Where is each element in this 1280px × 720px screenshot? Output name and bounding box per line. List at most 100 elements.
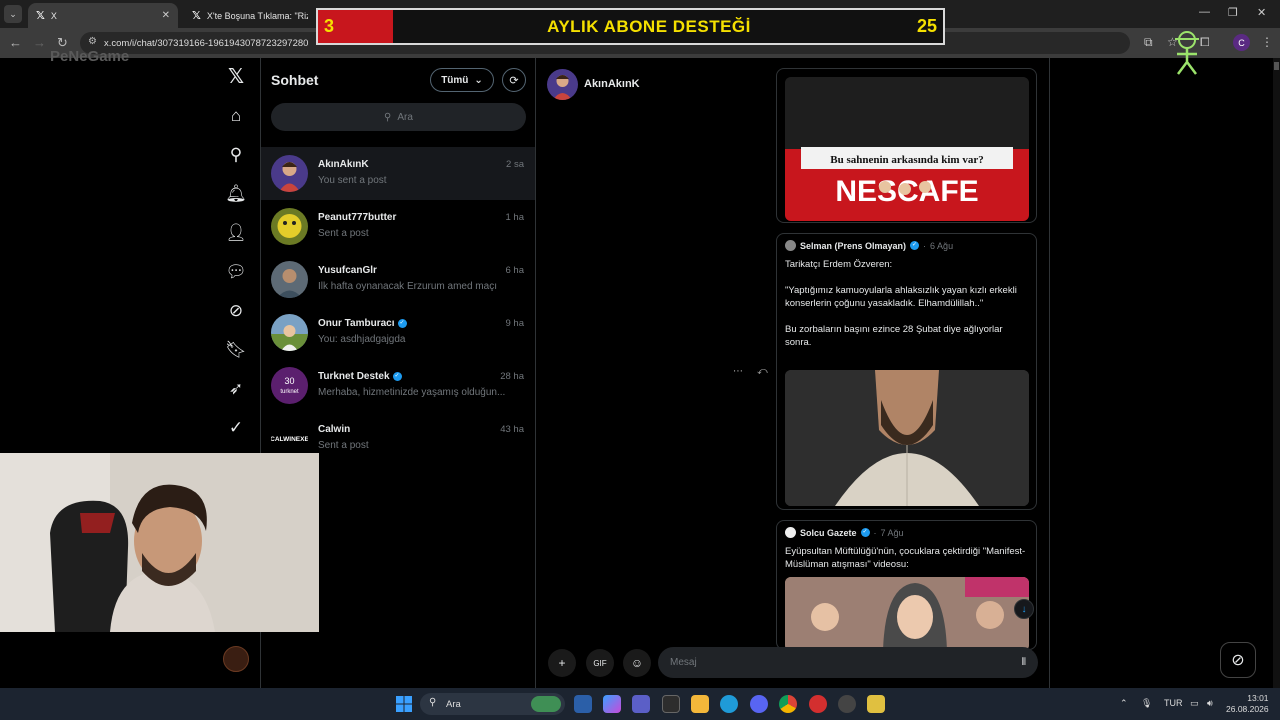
browser-tab-x[interactable]: 𝕏 X ✕	[28, 3, 178, 28]
scroll-to-bottom-button[interactable]: ↓	[1014, 599, 1034, 619]
language-indicator[interactable]: TUR	[1164, 698, 1183, 708]
conversation-item-onur-tamburaci[interactable]: Onur Tamburacı ✓ 9 ha You: asdhjadgajgda	[261, 306, 535, 359]
conversation-name: AkınAkınK	[318, 159, 369, 170]
tray-chevron-icon[interactable]: ⌃	[1120, 698, 1128, 709]
add-attachment-button[interactable]: +	[548, 649, 576, 677]
filter-label: Tümü	[441, 74, 469, 86]
message-more-icon[interactable]: ⋯	[733, 366, 743, 377]
post-body: Tarikatçı Erdem Özveren: "Yaptığımız kam…	[785, 259, 1017, 348]
chat-search-input[interactable]: ⚲ Ara	[271, 103, 526, 131]
x-logo-icon[interactable]: 𝕏	[225, 65, 247, 88]
conversation-time: 1 ha	[505, 212, 525, 223]
search-highlight-icon	[531, 696, 561, 712]
contact-avatar[interactable]	[547, 69, 578, 100]
conversation-item-peanut777butter[interactable]: Peanut777butter 1 ha Sent a post	[261, 200, 535, 253]
conversation-snippet: Merhaba, hizmetinizde yaşamış olduğun...	[318, 387, 506, 398]
teams-icon[interactable]	[632, 695, 650, 713]
stream-mascot-icon	[1175, 31, 1199, 75]
forward-icon[interactable]: →	[33, 35, 46, 50]
emoji-icon: ☺	[630, 656, 644, 670]
install-app-icon[interactable]: ⧉	[1144, 35, 1153, 50]
shared-post-card[interactable]: Solcu Gazete ✓ · 7 Ağu Eyüpsultan Müftül…	[776, 520, 1037, 650]
windows-start-icon[interactable]	[396, 696, 412, 712]
clock-date: 26.08.2026	[1226, 704, 1269, 714]
shared-post-card[interactable]: Selman (Prens Olmayan) ✓ · 6 Ağu Tarikat…	[776, 233, 1037, 510]
premium-rocket-icon[interactable]: ➶	[225, 378, 247, 400]
minimize-icon[interactable]: —	[1199, 6, 1210, 18]
emoji-button[interactable]: ☺	[623, 649, 651, 677]
store-icon[interactable]	[662, 695, 680, 713]
chat-filter-dropdown[interactable]: Tümü ⌄	[430, 68, 494, 92]
new-chat-button[interactable]: ⟳	[502, 68, 526, 92]
post-date: 7 Ağu	[880, 527, 904, 538]
file-explorer-icon[interactable]	[691, 695, 709, 713]
profile-avatar[interactable]: C	[1233, 34, 1250, 51]
author-avatar	[785, 527, 796, 538]
network-icon[interactable]: ▭	[1190, 698, 1199, 709]
x-logo-icon: 𝕏	[192, 10, 201, 22]
verified-orgs-icon[interactable]: ✓	[225, 417, 247, 439]
stream-watermark: PeNeGame	[50, 48, 130, 65]
conversation-item-akinakink[interactable]: AkınAkınK 2 sa You sent a post	[261, 147, 535, 200]
taskbar-app-icon[interactable]	[867, 695, 885, 713]
conversation-name-text: Turknet Destek	[318, 371, 390, 382]
conversation-name: Peanut777butter	[318, 212, 397, 223]
discord-icon[interactable]	[750, 695, 768, 713]
conversation-item-turknet-destek[interactable]: 30 turknet Turknet Destek ✓ 28 ha Merhaba,…	[261, 359, 535, 412]
taskbar-clock[interactable]: 13:01 26.08.2026	[1226, 693, 1269, 715]
chat-bubble-icon[interactable]: 💬︎	[225, 261, 247, 283]
conversation-time: 2 sa	[506, 159, 524, 170]
svg-text:30: 30	[284, 376, 294, 386]
taskbar-app-icon[interactable]	[574, 695, 592, 713]
close-window-icon[interactable]: ✕	[1257, 6, 1266, 19]
conversation-item-yusufcanglr[interactable]: YusufcanGlr 6 ha İlk hafta oynanacak Erz…	[261, 253, 535, 306]
taskbar-app-icon[interactable]	[809, 695, 827, 713]
scrollbar-thumb[interactable]	[1274, 62, 1279, 70]
bookmark-icon[interactable]: 🔖︎	[225, 339, 247, 361]
taskbar-search[interactable]: ⚲ Ara	[420, 693, 565, 715]
post-media-image: Bu sahnenin arkasında kim var? NESCAFE	[785, 77, 1029, 221]
home-icon[interactable]: ⌂	[225, 105, 247, 127]
avatar: 30 turknet	[271, 367, 308, 404]
follow-add-user-icon[interactable]: 👤︎	[225, 222, 247, 244]
tab-search-button[interactable]: ⌄	[4, 5, 22, 23]
site-info-icon[interactable]: ⚙	[88, 36, 97, 47]
copilot-icon[interactable]	[603, 695, 621, 713]
chrome-icon[interactable]	[779, 695, 797, 713]
message-reply-icon[interactable]: ⤺	[757, 366, 768, 377]
new-chat-icon: ⟳	[509, 74, 519, 87]
plus-icon: +	[558, 656, 566, 670]
search-placeholder: Ara	[397, 111, 413, 123]
close-tab-icon[interactable]: ✕	[162, 10, 170, 21]
conversation-snippet: Sent a post	[318, 440, 369, 451]
x-logo-icon: 𝕏	[36, 10, 45, 22]
message-input[interactable]: Mesaj ⦀	[658, 647, 1038, 678]
post-meta: Selman (Prens Olmayan) ✓ · 6 Ağu	[785, 240, 953, 251]
grok-icon[interactable]: ⊘	[225, 300, 247, 322]
tab-title: X'te Boşuna Tıklama: "Rize'de	[206, 10, 308, 21]
chat-list-title: Sohbet	[271, 72, 319, 88]
conversation-time: 6 ha	[505, 265, 525, 276]
verified-badge-icon: ✓	[860, 528, 870, 537]
account-avatar[interactable]	[223, 646, 249, 672]
conversation-name: YusufcanGlr	[318, 265, 377, 276]
shared-post-card[interactable]: Bu sahnenin arkasında kim var? NESCAFE	[776, 68, 1037, 223]
grok-floating-button[interactable]: ⊘	[1220, 642, 1256, 678]
menu-icon[interactable]: ⋮	[1261, 35, 1273, 49]
volume-icon[interactable]: 🔊︎	[1207, 698, 1213, 709]
browser-tab-2[interactable]: 𝕏 X'te Boşuna Tıklama: "Rize'de	[184, 3, 316, 28]
microphone-icon[interactable]: 🎙︎	[1141, 698, 1152, 709]
verified-badge-icon: ✓	[910, 241, 920, 250]
chat-pane: AkınAkınK ✆ ▭ ⋯ Bu sahnenin arkasında ki…	[537, 58, 1050, 688]
notifications-bell-icon[interactable]: 🔔︎	[225, 183, 247, 205]
maximize-icon[interactable]: ❐	[1228, 6, 1238, 19]
taskbar-app-icon[interactable]	[838, 695, 856, 713]
media-caption: Bu sahnenin arkasında kim var?	[830, 154, 983, 166]
voice-message-icon[interactable]: ⦀	[1022, 657, 1026, 668]
edge-icon[interactable]	[720, 695, 738, 713]
page-scrollbar[interactable]	[1273, 58, 1280, 688]
explore-search-icon[interactable]: ⚲	[225, 144, 247, 166]
goal-title: AYLIK ABONE DESTEĞİ	[547, 16, 751, 36]
back-icon[interactable]: ←	[9, 35, 22, 50]
gif-button[interactable]: GIF	[586, 649, 614, 677]
